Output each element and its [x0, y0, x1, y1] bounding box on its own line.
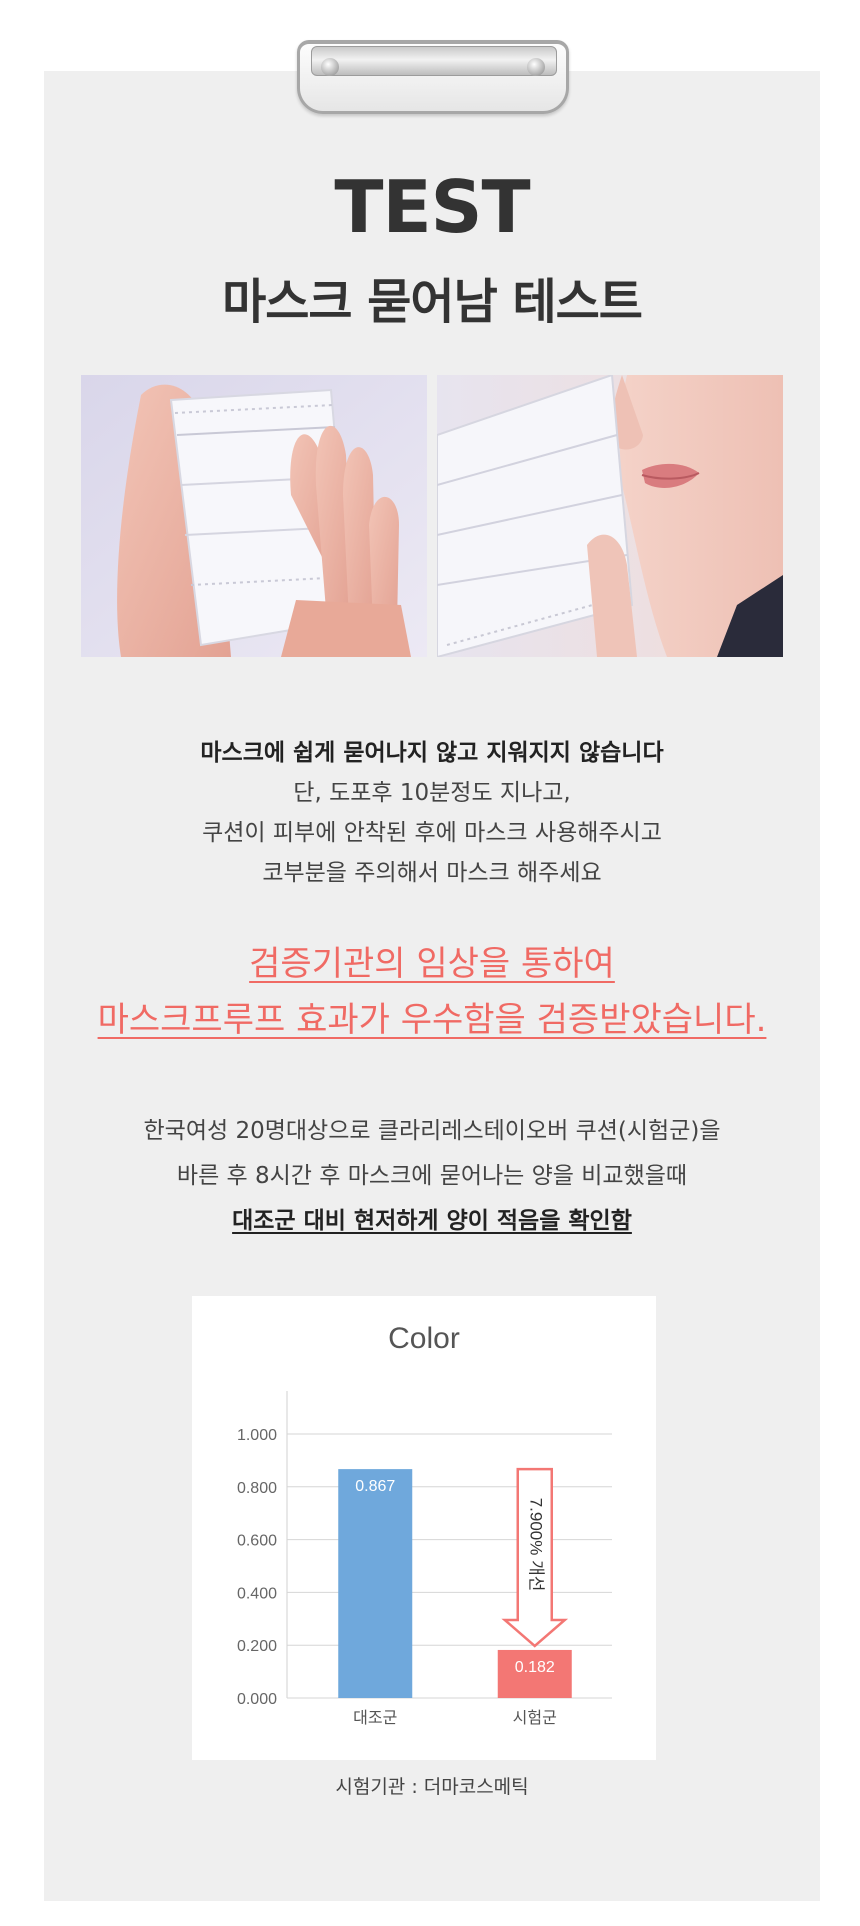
hand-holding-mask-photo: [81, 375, 427, 657]
testing-institution: 시험기관 : 더마코스메틱: [335, 1776, 529, 1798]
clipboard-clip-icon: [297, 40, 569, 120]
y-tick-label: 0.400: [237, 1585, 277, 1602]
headline-line: 검증기관의 임상을 통하여: [249, 944, 615, 984]
y-tick-label: 0.000: [237, 1691, 277, 1708]
bar-value-label: 0.182: [515, 1659, 555, 1676]
bar: [338, 1469, 413, 1698]
chart-title: Color: [388, 1322, 460, 1355]
clinical-headline: 검증기관의 임상을 통하여 마스크프루프 효과가 우수함을 검증받았습니다.: [44, 936, 820, 1048]
y-tick-label: 0.800: [237, 1480, 277, 1497]
headline-line: 마스크프루프 효과가 우수함을 검증받았습니다.: [97, 1000, 767, 1040]
page-subtitle: 마스크 묻어남 테스트: [222, 274, 643, 330]
usage-description: 마스크에 쉽게 묻어나지 않고 지워지지 않습니다 단, 도포후 10분정도 지…: [44, 733, 820, 893]
description-lead: 마스크에 쉽게 묻어나지 않고 지워지지 않습니다: [200, 740, 664, 766]
study-conclusion: 대조군 대비 현저하게 양이 적음을 확인함: [232, 1208, 632, 1234]
y-tick-label: 1.000: [237, 1427, 277, 1444]
description-line: 쿠션이 피부에 안착된 후에 마스크 사용해주시고: [202, 820, 662, 846]
description-line: 코부분을 주의해서 마스크 해주세요: [262, 860, 602, 886]
bar-chart: Color 0.000 0.200 0.400 0.600 0.800 1.000 0.867…: [237, 1322, 612, 1727]
y-tick-label: 0.200: [237, 1638, 277, 1655]
bar-value-label: 0.867: [355, 1478, 395, 1495]
study-line: 한국여성 20명대상으로 클라리레스테이오버 쿠션(시험군)을: [143, 1118, 721, 1144]
page-title: TEST: [334, 165, 530, 249]
study-line: 바른 후 8시간 후 마스크에 묻어나는 양을 비교했을때: [176, 1163, 688, 1189]
y-tick-label: 0.600: [237, 1533, 277, 1550]
improvement-annotation: 7.900% 개선: [526, 1498, 545, 1592]
study-summary: 한국여성 20명대상으로 클라리레스테이오버 쿠션(시험군)을 바른 후 8시간…: [44, 1109, 820, 1244]
description-line: 단, 도포후 10분정도 지나고,: [293, 780, 571, 806]
chart-container: Color 0.000 0.200 0.400 0.600 0.800 1.000 0.867…: [192, 1296, 656, 1760]
x-tick-label: 시험군: [513, 1709, 557, 1727]
x-tick-label: 대조군: [353, 1709, 397, 1727]
mask-near-face-photo: [437, 375, 783, 657]
